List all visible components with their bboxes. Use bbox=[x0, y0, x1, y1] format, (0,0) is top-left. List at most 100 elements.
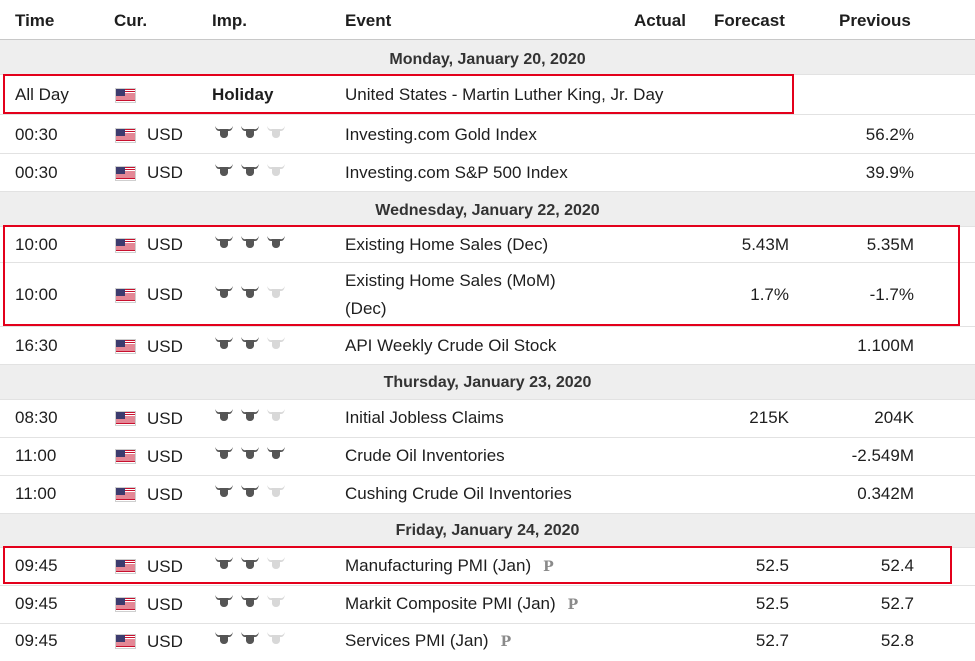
previous-value: -2.549M bbox=[851, 446, 914, 465]
bull-icon bbox=[240, 446, 260, 460]
event-name[interactable]: Cushing Crude Oil Inventories bbox=[345, 484, 572, 504]
table-row[interactable]: 09:45 USD Manufacturing PMI (Jan) P 52.5 … bbox=[0, 548, 975, 586]
table-row[interactable]: 09:45 USD Markit Composite PMI (Jan) P 52… bbox=[0, 586, 975, 624]
event-time: 00:30 bbox=[15, 125, 58, 144]
importance-bulls bbox=[214, 124, 292, 144]
us-flag-icon bbox=[115, 411, 136, 426]
forecast-value: 5.43M bbox=[741, 235, 789, 254]
bull-icon bbox=[240, 163, 260, 177]
currency-code: USD bbox=[147, 337, 183, 356]
bull-icon bbox=[214, 125, 234, 139]
event-time: 09:45 bbox=[15, 594, 58, 613]
importance-bulls bbox=[214, 335, 292, 355]
preliminary-p-icon[interactable]: P bbox=[568, 597, 579, 613]
event-name[interactable]: Services PMI (Jan) bbox=[345, 631, 489, 650]
table-row[interactable]: 11:00 USD Cushing Crude Oil Inventories … bbox=[0, 476, 975, 514]
col-event[interactable]: Event bbox=[345, 11, 391, 31]
preliminary-p-icon[interactable]: P bbox=[501, 634, 512, 650]
currency-code: USD bbox=[147, 163, 183, 182]
col-actual[interactable]: Actual bbox=[634, 11, 686, 31]
table-row[interactable]: All Day Holiday United States - Martin L… bbox=[0, 75, 975, 115]
importance-bulls bbox=[214, 445, 292, 465]
table-row[interactable]: 10:00 USD Existing Home Sales (Dec) 5.43… bbox=[0, 227, 975, 263]
currency-code: USD bbox=[147, 595, 183, 614]
day-header: Monday, January 20, 2020 bbox=[0, 40, 975, 75]
us-flag-icon bbox=[115, 288, 136, 303]
event-name[interactable]: Markit Composite PMI (Jan) bbox=[345, 594, 556, 613]
previous-value: 1.100M bbox=[857, 336, 914, 355]
us-flag-icon bbox=[115, 449, 136, 464]
bull-icon bbox=[266, 556, 286, 570]
col-forecast[interactable]: Forecast bbox=[714, 11, 785, 31]
event-name[interactable]: Initial Jobless Claims bbox=[345, 408, 504, 428]
previous-value: 56.2% bbox=[865, 125, 914, 144]
table-row[interactable]: 11:00 USD Crude Oil Inventories -2.549M bbox=[0, 438, 975, 476]
forecast-value: 52.5 bbox=[755, 594, 789, 613]
table-row[interactable]: 00:30 USD Investing.com S&P 500 Index 39… bbox=[0, 154, 975, 192]
table-row[interactable]: 08:30 USD Initial Jobless Claims 215K 20… bbox=[0, 400, 975, 438]
us-flag-icon bbox=[115, 128, 136, 143]
currency-code: USD bbox=[147, 285, 183, 304]
previous-value: 5.35M bbox=[866, 235, 914, 254]
currency-code: USD bbox=[147, 632, 183, 651]
table-row[interactable]: 10:00 USD Existing Home Sales (MoM) (Dec… bbox=[0, 263, 975, 327]
preliminary-p-icon[interactable]: P bbox=[543, 559, 554, 575]
col-currency[interactable]: Cur. bbox=[114, 11, 147, 31]
bull-icon bbox=[240, 408, 260, 422]
table-row[interactable]: 09:45 USD Services PMI (Jan) P 52.7 52.8 bbox=[0, 624, 975, 661]
bull-icon bbox=[266, 446, 286, 460]
bull-icon bbox=[240, 484, 260, 498]
importance-bulls bbox=[214, 555, 292, 575]
event-name[interactable]: API Weekly Crude Oil Stock bbox=[345, 336, 556, 356]
event-name-cell: Markit Composite PMI (Jan) P bbox=[345, 594, 578, 614]
table-row[interactable]: 00:30 USD Investing.com Gold Index 56.2% bbox=[0, 115, 975, 154]
day-header: Thursday, January 23, 2020 bbox=[0, 365, 975, 400]
bull-icon bbox=[266, 163, 286, 177]
bull-icon bbox=[214, 631, 234, 645]
col-previous[interactable]: Previous bbox=[839, 11, 911, 31]
event-time: 10:00 bbox=[15, 285, 58, 304]
bull-icon bbox=[240, 285, 260, 299]
bull-icon bbox=[266, 336, 286, 350]
us-flag-icon bbox=[115, 559, 136, 574]
event-time: 09:45 bbox=[15, 631, 58, 650]
bull-icon bbox=[266, 484, 286, 498]
day-header: Wednesday, January 22, 2020 bbox=[0, 192, 975, 227]
holiday-label: Holiday bbox=[212, 85, 274, 104]
event-time: All Day bbox=[15, 85, 69, 104]
importance-bulls bbox=[214, 593, 292, 613]
bull-icon bbox=[240, 594, 260, 608]
us-flag-icon bbox=[115, 166, 136, 181]
us-flag-icon bbox=[115, 487, 136, 502]
event-name-line1[interactable]: Existing Home Sales (MoM) bbox=[345, 271, 556, 291]
col-time[interactable]: Time bbox=[15, 11, 54, 31]
importance-bulls bbox=[214, 483, 292, 503]
event-time: 00:30 bbox=[15, 163, 58, 182]
event-name[interactable]: Manufacturing PMI (Jan) bbox=[345, 556, 531, 575]
event-time: 11:00 bbox=[15, 446, 57, 465]
previous-value: 52.7 bbox=[880, 594, 914, 613]
importance-bulls bbox=[214, 407, 292, 427]
bull-icon bbox=[266, 631, 286, 645]
event-name[interactable]: Existing Home Sales (Dec) bbox=[345, 235, 548, 255]
forecast-value: 52.5 bbox=[755, 556, 789, 575]
event-name-line2[interactable]: (Dec) bbox=[345, 299, 387, 319]
bull-icon bbox=[240, 631, 260, 645]
event-name[interactable]: Investing.com S&P 500 Index bbox=[345, 163, 568, 183]
us-flag-icon bbox=[115, 634, 136, 649]
event-name[interactable]: Investing.com Gold Index bbox=[345, 125, 537, 145]
event-name[interactable]: United States - Martin Luther King, Jr. … bbox=[345, 85, 663, 105]
bull-icon bbox=[214, 408, 234, 422]
bull-icon bbox=[214, 235, 234, 249]
table-header: Time Cur. Imp. Event Actual Forecast Pre… bbox=[0, 0, 975, 40]
economic-calendar: Time Cur. Imp. Event Actual Forecast Pre… bbox=[0, 0, 975, 661]
col-importance[interactable]: Imp. bbox=[212, 11, 247, 31]
importance-bulls bbox=[214, 630, 292, 650]
event-time: 09:45 bbox=[15, 556, 58, 575]
event-name[interactable]: Crude Oil Inventories bbox=[345, 446, 505, 466]
bull-icon bbox=[266, 125, 286, 139]
bull-icon bbox=[240, 336, 260, 350]
forecast-value: 215K bbox=[749, 408, 789, 427]
table-row[interactable]: 16:30 USD API Weekly Crude Oil Stock 1.1… bbox=[0, 327, 975, 365]
us-flag-icon bbox=[115, 339, 136, 354]
